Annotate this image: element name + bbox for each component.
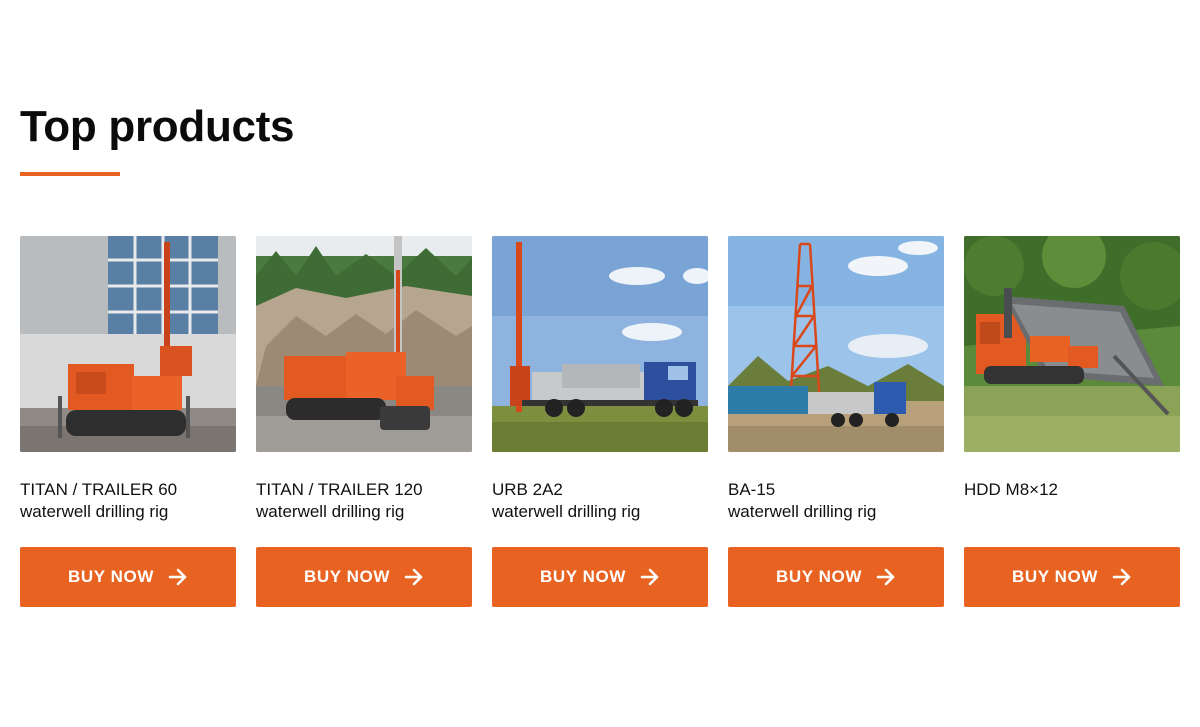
product-name[interactable]: HDD M8×12 xyxy=(964,479,1180,501)
buy-now-label: BUY NOW xyxy=(303,567,391,586)
arrow-right-icon xyxy=(876,568,896,586)
arrow-right-icon xyxy=(168,568,188,586)
product-title: TITAN / TRAILER 120 waterwell drilling r… xyxy=(256,479,472,523)
buy-now-label: BUY NOW xyxy=(775,567,863,586)
product-image-urb-2a2[interactable] xyxy=(492,236,708,452)
buy-now-button[interactable]: BUY NOW xyxy=(964,547,1180,607)
product-card: TITAN / TRAILER 60 waterwell drilling ri… xyxy=(20,236,236,607)
product-name[interactable]: BA-15 xyxy=(728,479,944,501)
product-title: URB 2A2 waterwell drilling rig xyxy=(492,479,708,523)
arrow-right-icon xyxy=(404,568,424,586)
product-subtitle: waterwell drilling rig xyxy=(20,502,169,521)
title-underline xyxy=(20,172,120,176)
product-card: BA-15 waterwell drilling rig BUY NOW xyxy=(728,236,944,607)
buy-now-label: BUY NOW xyxy=(539,567,627,586)
arrow-right-icon xyxy=(640,568,660,586)
arrow-right-icon xyxy=(1112,568,1132,586)
product-subtitle: waterwell drilling rig xyxy=(256,502,405,521)
product-subtitle: waterwell drilling rig xyxy=(728,502,877,521)
buy-now-button[interactable]: BUY NOW xyxy=(728,547,944,607)
product-image-titan-120[interactable] xyxy=(256,236,472,452)
product-name[interactable]: TITAN / TRAILER 120 xyxy=(256,479,472,501)
product-image-hdd-m8x12[interactable] xyxy=(964,236,1180,452)
product-subtitle: waterwell drilling rig xyxy=(492,502,641,521)
product-title: BA-15 waterwell drilling rig xyxy=(728,479,944,523)
product-title: TITAN / TRAILER 60 waterwell drilling ri… xyxy=(20,479,236,523)
buy-now-label: BUY NOW xyxy=(1011,567,1099,586)
buy-now-label: BUY NOW xyxy=(67,567,155,586)
product-name[interactable]: URB 2A2 xyxy=(492,479,708,501)
buy-now-button[interactable]: BUY NOW xyxy=(20,547,236,607)
buy-now-button[interactable]: BUY NOW xyxy=(256,547,472,607)
product-name[interactable]: TITAN / TRAILER 60 xyxy=(20,479,236,501)
product-image-titan-60[interactable] xyxy=(20,236,236,452)
product-grid: TITAN / TRAILER 60 waterwell drilling ri… xyxy=(20,236,1180,607)
product-card: HDD M8×12 BUY NOW xyxy=(964,236,1180,607)
buy-now-button[interactable]: BUY NOW xyxy=(492,547,708,607)
product-title: HDD M8×12 xyxy=(964,479,1180,501)
product-card: TITAN / TRAILER 120 waterwell drilling r… xyxy=(256,236,472,607)
section-title: Top products xyxy=(20,102,295,151)
product-image-ba-15[interactable] xyxy=(728,236,944,452)
product-card: URB 2A2 waterwell drilling rig BUY NOW xyxy=(492,236,708,607)
